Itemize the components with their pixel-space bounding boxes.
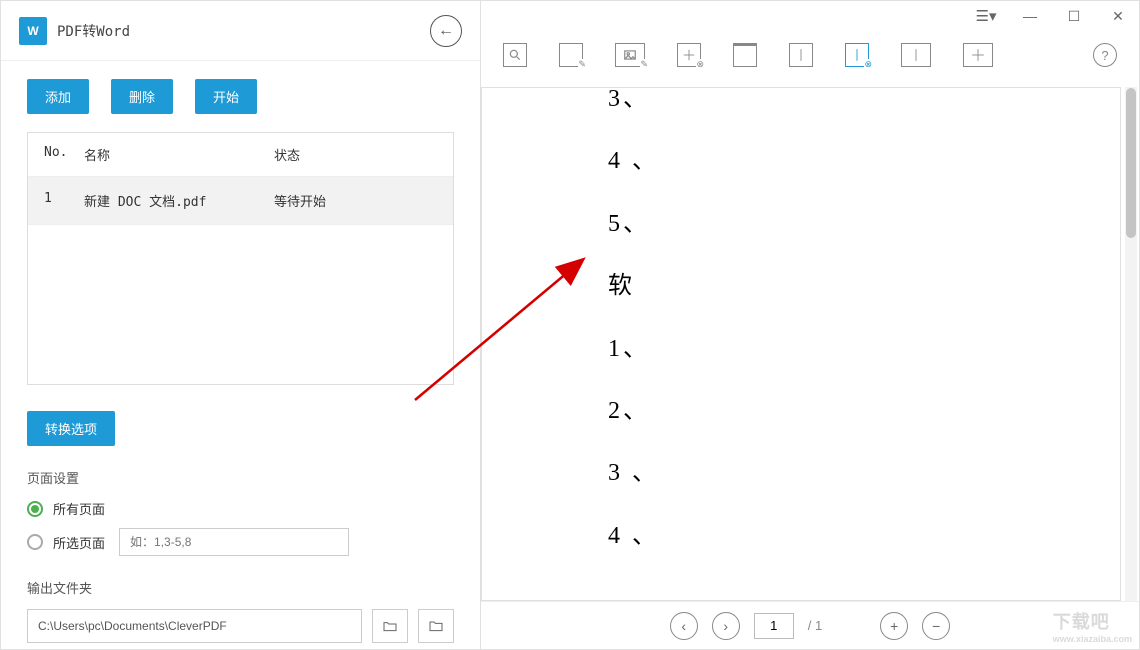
left-header: W PDF转Word ← bbox=[1, 1, 480, 61]
page-range-input[interactable] bbox=[119, 528, 349, 556]
scrollbar-thumb[interactable] bbox=[1126, 88, 1136, 238]
close-button[interactable]: ✕ bbox=[1105, 5, 1131, 27]
preview-scrollbar[interactable] bbox=[1125, 87, 1137, 601]
cell-no: 1 bbox=[44, 191, 84, 210]
all-pages-label: 所有页面 bbox=[53, 499, 105, 518]
next-page-button[interactable]: › bbox=[712, 612, 740, 640]
cell-name: 新建 DOC 文档.pdf bbox=[84, 191, 274, 210]
col-no: No. bbox=[44, 145, 84, 164]
grid-delete-tool-icon[interactable]: ⊗ bbox=[677, 43, 701, 67]
col-name: 名称 bbox=[84, 145, 274, 164]
page-edit-tool-icon[interactable]: ✎ bbox=[559, 43, 583, 67]
page-title: PDF转Word bbox=[57, 21, 430, 41]
zoom-out-button[interactable]: − bbox=[922, 612, 950, 640]
maximize-button[interactable]: ☐ bbox=[1061, 5, 1087, 27]
menu-list-icon[interactable]: ☰▾ bbox=[973, 5, 999, 27]
page-delete-tool-icon[interactable]: ⊗ bbox=[845, 43, 869, 67]
selected-pages-radio[interactable] bbox=[27, 534, 43, 550]
right-panel: ☰▾ — ☐ ✕ ✎ ✎ ⊗ ⊗ ? 3、 4 、 bbox=[481, 1, 1139, 649]
folder-open-icon bbox=[382, 618, 398, 634]
folder-icon bbox=[428, 618, 444, 634]
delete-button[interactable]: 删除 bbox=[111, 79, 173, 114]
output-folder-label: 输出文件夹 bbox=[27, 578, 454, 597]
single-page-tool-icon[interactable] bbox=[733, 43, 757, 67]
back-button[interactable]: ← bbox=[430, 15, 462, 47]
file-table: No. 名称 状态 1 新建 DOC 文档.pdf 等待开始 bbox=[27, 132, 454, 385]
image-tool-icon[interactable]: ✎ bbox=[615, 43, 645, 67]
four-grid-tool-icon[interactable] bbox=[963, 43, 993, 67]
prev-page-button[interactable]: ‹ bbox=[670, 612, 698, 640]
minimize-button[interactable]: — bbox=[1017, 5, 1043, 27]
zoom-in-button[interactable]: + bbox=[880, 612, 908, 640]
preview-area: 3、 4 、 5、 软 1、 2、 3 、 4 、 bbox=[481, 79, 1139, 601]
document-content: 3、 4 、 5、 软 1、 2、 3 、 4 、 bbox=[528, 87, 1074, 567]
table-header: No. 名称 状态 bbox=[28, 133, 453, 176]
convert-options-button[interactable]: 转换选项 bbox=[27, 411, 115, 446]
preview-toolbar: ✎ ✎ ⊗ ⊗ ? bbox=[481, 31, 1139, 79]
zoom-tool-icon[interactable] bbox=[503, 43, 527, 67]
output-path-input[interactable] bbox=[27, 609, 362, 643]
window-titlebar: ☰▾ — ☐ ✕ bbox=[481, 1, 1139, 31]
cell-status: 等待开始 bbox=[274, 191, 437, 210]
word-app-icon: W bbox=[19, 17, 47, 45]
left-panel: W PDF转Word ← 添加 删除 开始 No. 名称 状态 1 新建 DOC… bbox=[1, 1, 481, 649]
col-status: 状态 bbox=[274, 145, 437, 164]
page-settings-label: 页面设置 bbox=[27, 468, 454, 487]
page-total-label: / 1 bbox=[808, 618, 822, 633]
pager-bar: ‹ › / 1 + − bbox=[481, 601, 1139, 649]
two-column-tool-icon[interactable] bbox=[901, 43, 931, 67]
help-button[interactable]: ? bbox=[1093, 43, 1117, 67]
page-number-input[interactable] bbox=[754, 613, 794, 639]
preview-page[interactable]: 3、 4 、 5、 软 1、 2、 3 、 4 、 bbox=[481, 87, 1121, 601]
split-vertical-tool-icon[interactable] bbox=[789, 43, 813, 67]
add-button[interactable]: 添加 bbox=[27, 79, 89, 114]
all-pages-radio[interactable] bbox=[27, 501, 43, 517]
table-empty-space bbox=[28, 224, 453, 384]
selected-pages-label: 所选页面 bbox=[53, 533, 105, 552]
start-button[interactable]: 开始 bbox=[195, 79, 257, 114]
browse-folder-button[interactable] bbox=[418, 609, 454, 643]
open-folder-button[interactable] bbox=[372, 609, 408, 643]
table-row[interactable]: 1 新建 DOC 文档.pdf 等待开始 bbox=[28, 176, 453, 224]
